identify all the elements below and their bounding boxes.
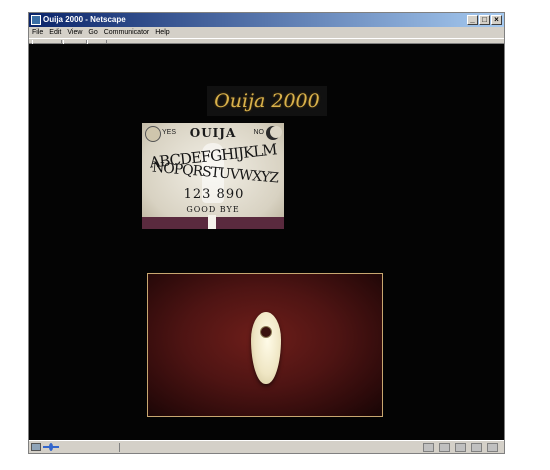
planchette-icon[interactable] bbox=[251, 312, 281, 384]
security-icon[interactable] bbox=[31, 443, 41, 451]
menu-edit[interactable]: Edit bbox=[46, 27, 64, 38]
window-controls: _ □ × bbox=[467, 15, 502, 25]
minimize-button[interactable]: _ bbox=[467, 15, 478, 25]
site-logo: Ouija 2000 bbox=[207, 86, 327, 116]
planchette-lens bbox=[260, 326, 272, 338]
connection-icon bbox=[43, 443, 59, 451]
title-bar: Ouija 2000 - Netscape _ □ × bbox=[29, 13, 504, 27]
planchette-panel[interactable] bbox=[147, 273, 383, 417]
app-icon bbox=[31, 15, 41, 25]
menu-bar: File Edit View Go Communicator Help bbox=[29, 27, 504, 38]
logo-text: Ouija 2000 bbox=[214, 90, 320, 112]
board-digits: 123 890 bbox=[183, 187, 245, 202]
menu-view[interactable]: View bbox=[64, 27, 85, 38]
board-goodbye: GOOD BYE bbox=[186, 205, 240, 214]
browser-window: Ouija 2000 - Netscape _ □ × File Edit Vi… bbox=[28, 12, 505, 454]
discussion-icon[interactable] bbox=[455, 443, 466, 452]
menu-file[interactable]: File bbox=[29, 27, 46, 38]
navigator-icon[interactable] bbox=[423, 443, 434, 452]
menu-help[interactable]: Help bbox=[152, 27, 172, 38]
maximize-button[interactable]: □ bbox=[479, 15, 490, 25]
close-button[interactable]: × bbox=[491, 15, 502, 25]
component-bar bbox=[423, 443, 498, 452]
ouija-board-image: YES OUIJA NO ABCDEFGHIJKLM NOPQRSTUVWXYZ… bbox=[142, 123, 284, 229]
status-bar bbox=[29, 440, 504, 453]
menu-communicator[interactable]: Communicator bbox=[101, 27, 153, 38]
page-content: Ouija 2000 YES OUIJA NO ABCDEFGHIJKLM NO… bbox=[29, 44, 504, 440]
planchette-mini-icon bbox=[208, 215, 216, 229]
status-divider bbox=[119, 443, 120, 452]
check-icon[interactable] bbox=[487, 443, 498, 452]
composer-icon[interactable] bbox=[471, 443, 482, 452]
mail-icon[interactable] bbox=[439, 443, 450, 452]
menu-go[interactable]: Go bbox=[85, 27, 100, 38]
window-title: Ouija 2000 - Netscape bbox=[43, 15, 126, 24]
board-no: NO bbox=[253, 129, 265, 136]
